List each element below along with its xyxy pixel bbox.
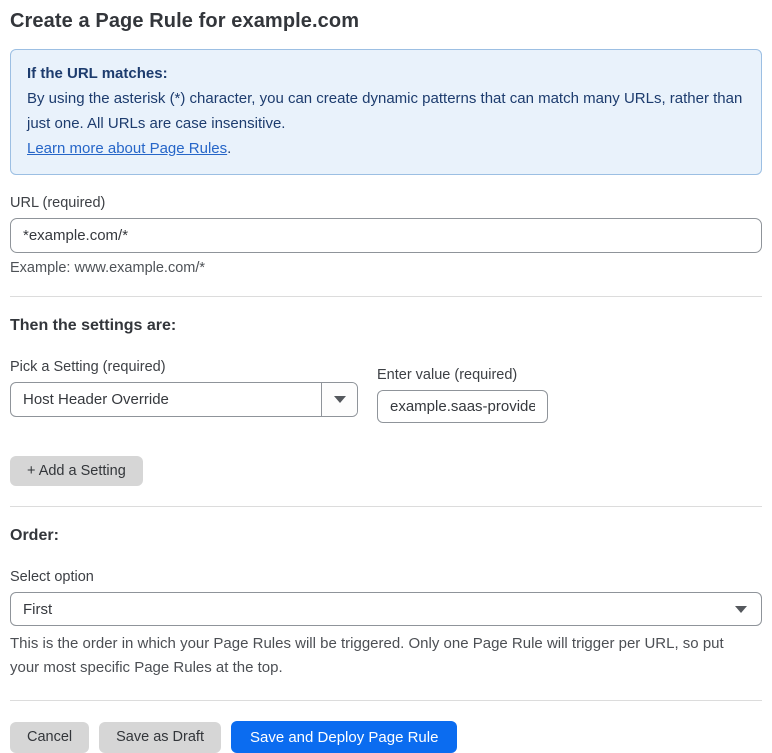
setting-value-label: Enter value (required) [377, 367, 518, 383]
setting-dropdown-value: Host Header Override [23, 391, 169, 408]
url-field-label: URL (required) [10, 195, 106, 211]
order-dropdown-value: First [23, 600, 53, 618]
order-select-label: Select option [10, 569, 94, 585]
cancel-button[interactable]: Cancel [10, 721, 90, 753]
page-rule-form: Create a Page Rule for example.com If th… [0, 0, 772, 753]
url-input[interactable] [10, 218, 762, 253]
info-box-heading: If the URL matches: [27, 65, 168, 82]
setting-dropdown-caret-button[interactable] [321, 383, 357, 416]
order-section-heading: Order: [10, 527, 59, 544]
divider [10, 700, 762, 701]
info-box-link-line: Learn more about Page Rules. [27, 136, 745, 161]
url-example-hint: Example: www.example.com/* [10, 260, 206, 276]
page-title: Create a Page Rule for example.com [10, 10, 360, 32]
divider [10, 296, 762, 297]
setting-picker-label: Pick a Setting (required) [10, 359, 166, 375]
settings-row: Pick a Setting (required) Host Header Ov… [10, 359, 762, 423]
add-setting-button[interactable]: + Add a Setting [10, 456, 143, 486]
settings-section-heading: Then the settings are: [10, 317, 177, 334]
learn-more-link[interactable]: Learn more about Page Rules [27, 140, 227, 157]
setting-picker-column: Pick a Setting (required) Host Header Ov… [10, 359, 358, 417]
order-help-text: This is the order in which your Page Rul… [10, 635, 724, 676]
chevron-down-icon [333, 396, 346, 403]
setting-dropdown[interactable]: Host Header Override [10, 382, 358, 417]
setting-value-input[interactable] [377, 390, 548, 423]
link-suffix: . [227, 140, 232, 157]
order-dropdown[interactable]: First [10, 592, 762, 626]
info-box-body: By using the asterisk (*) character, you… [27, 90, 743, 132]
save-as-draft-button[interactable]: Save as Draft [99, 721, 221, 753]
chevron-down-icon [735, 606, 747, 613]
form-actions: Cancel Save as Draft Save and Deploy Pag… [10, 721, 762, 753]
save-and-deploy-button[interactable]: Save and Deploy Page Rule [230, 721, 458, 753]
url-match-info-box: If the URL matches: By using the asteris… [10, 49, 762, 175]
divider [10, 506, 762, 507]
setting-value-column: Enter value (required) [377, 367, 548, 423]
